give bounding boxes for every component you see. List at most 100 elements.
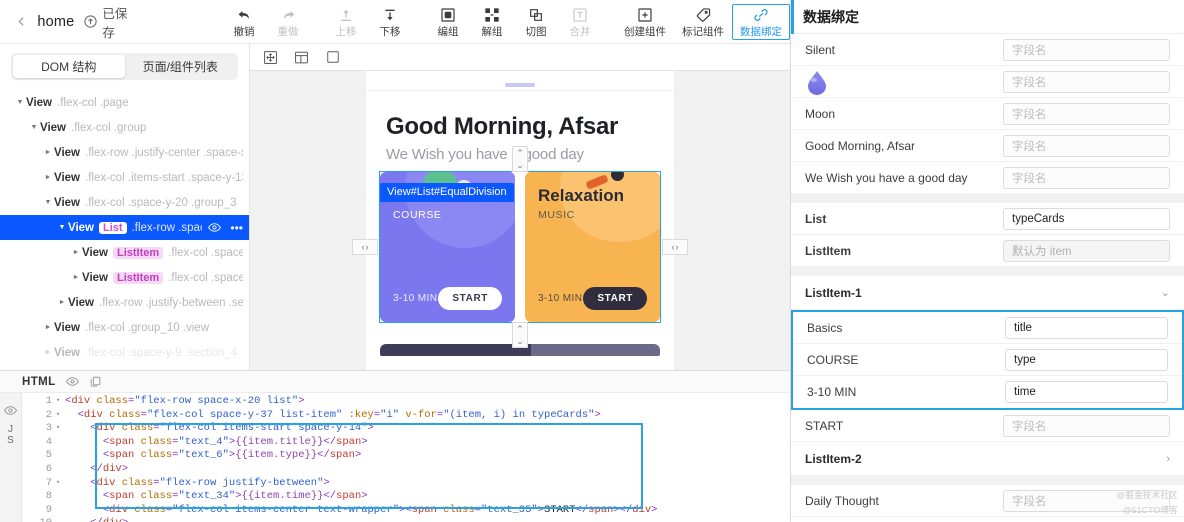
code-line: <div class="flex-row justify-between">	[90, 476, 330, 489]
binding-field-input[interactable]: 字段名	[1003, 134, 1170, 157]
chevron-right-icon[interactable]: ►	[42, 149, 54, 156]
binding-row-meditation: MEDITATION 字段名	[791, 517, 1184, 522]
resize-handle-bottom[interactable]: ⌃ ⌄	[512, 322, 528, 348]
resize-handle-top[interactable]: ⌃ ⌄	[512, 146, 528, 172]
more-dots-icon[interactable]: •••	[230, 221, 243, 235]
tree-row[interactable]: ► View .flex-row .justify-between .secti	[0, 290, 249, 315]
tree-row[interactable]: ► View ListItem .flex-col .space-y-	[0, 240, 249, 265]
create-component-button[interactable]: 创建组件	[616, 4, 674, 40]
binding-row-silent: Silent 字段名	[791, 34, 1184, 66]
binding-field-input[interactable]: typeCards	[1003, 207, 1170, 230]
merge-button[interactable]: 合并	[558, 4, 602, 40]
chevron-right-icon[interactable]: ►	[42, 349, 54, 356]
binding-label: List	[805, 211, 827, 226]
eye-icon[interactable]	[65, 376, 79, 387]
code-line: <div class="flex-col space-y-37 list-ite…	[77, 408, 601, 421]
chevron-right-icon[interactable]: ›	[1166, 453, 1170, 465]
move-tool-icon[interactable]	[262, 49, 279, 66]
tab-page-component-list[interactable]: 页面/组件列表	[125, 55, 237, 78]
tab-dom-structure[interactable]: DOM 结构	[13, 55, 125, 78]
binding-row-daily-thought: Daily Thought 字段名	[791, 485, 1184, 517]
tree-row[interactable]: ► View .flex-col .items-start .space-y-1…	[0, 165, 249, 190]
tree-node-tag: View	[54, 321, 80, 334]
undo-button[interactable]: 撤销	[222, 4, 266, 40]
code-lines[interactable]: 1 ▾ <div class="flex-row space-x-20 list">…	[22, 393, 790, 522]
move-down-button[interactable]: 下移	[368, 4, 412, 40]
section-divider	[791, 194, 1184, 203]
group-header-listitem-2[interactable]: ListItem-2 ›	[791, 442, 1184, 476]
js-tab-label[interactable]: JS	[7, 424, 14, 446]
layout-tool-icon[interactable]	[293, 49, 310, 66]
back-icon[interactable]	[14, 14, 28, 30]
chevron-right-icon[interactable]: ►	[70, 274, 82, 281]
copy-icon[interactable]	[89, 375, 102, 388]
chevron-down-icon[interactable]: ▼	[42, 199, 54, 206]
chevron-down-icon[interactable]: ⌄	[1161, 286, 1170, 299]
code-language-label: HTML	[22, 375, 56, 388]
ungroup-button[interactable]: 解组	[470, 4, 514, 40]
card-start-button[interactable]: START	[583, 287, 647, 310]
fold-arrow-icon[interactable]: ▾	[56, 395, 65, 409]
eye-icon[interactable]	[4, 405, 17, 416]
tree-row[interactable]: ► View .flex-row .justify-center .space-…	[0, 140, 249, 165]
app-root: home 已保存 撤销 重做 上移 下移 编组 解组 切图 合并 创建组件 标记…	[0, 0, 1184, 522]
resize-handle-left[interactable]: ‹ ›	[352, 239, 378, 255]
group-header-listitem-1[interactable]: ListItem-1 ⌄	[791, 276, 1184, 310]
card-relaxation[interactable]: Relaxation MUSIC 3-10 MIN START	[525, 172, 660, 322]
tree-row[interactable]: ► View .flex-col .space-y-9 .section_4	[0, 340, 249, 365]
frame-tool-icon[interactable]	[324, 49, 341, 66]
card-type: COURSE	[393, 209, 442, 221]
resize-handle-right[interactable]: ‹ ›	[662, 239, 688, 255]
tree-row[interactable]: ▼ View .flex-col .page	[0, 90, 249, 115]
binding-field-input[interactable]: 字段名	[1003, 489, 1170, 512]
tree-row[interactable]: ▼ View .flex-col .group	[0, 115, 249, 140]
card-start-button[interactable]: START	[438, 287, 502, 310]
fold-arrow-icon[interactable]: ▾	[56, 409, 65, 423]
saved-label: 已保存	[102, 6, 128, 40]
binding-label: We Wish you have a good day	[805, 170, 968, 185]
binding-field-input[interactable]: 字段名	[1003, 414, 1170, 437]
binding-field-input[interactable]: type	[1005, 348, 1168, 371]
chevron-down-icon[interactable]: ▼	[14, 99, 26, 106]
fold-arrow-icon[interactable]: ▾	[56, 477, 65, 491]
tree-row[interactable]: ► View ListItem .flex-col .space-y-	[0, 265, 249, 290]
header-accent-bar	[791, 0, 794, 34]
binding-field-input[interactable]: time	[1005, 381, 1168, 403]
chevron-down-icon[interactable]: ▼	[28, 124, 40, 131]
binding-row-list: List typeCards	[791, 203, 1184, 235]
data-binding-button[interactable]: 数据绑定	[732, 3, 790, 40]
tree-node-classes: .flex-col .space-y-	[168, 271, 243, 284]
binding-field-input[interactable]: 字段名	[1003, 102, 1170, 125]
chevron-down-icon[interactable]: ▼	[56, 224, 68, 231]
tree-row[interactable]: ▼ View .flex-col .space-y-20 .group_3	[0, 190, 249, 215]
binding-field-input[interactable]: title	[1005, 316, 1168, 339]
binding-field-input[interactable]: 默认为 item	[1003, 239, 1170, 262]
code-editor-body: JS 1 ▾ <div class="flex-row space-x-20 lis…	[0, 393, 790, 522]
canvas-stage[interactable]: Good Morning, Afsar We Wish you have a g…	[250, 71, 790, 370]
chevron-right-icon[interactable]: ►	[70, 249, 82, 256]
binding-field-input[interactable]: 字段名	[1003, 166, 1170, 189]
card-time: 3-10 MIN	[538, 293, 583, 304]
redo-button[interactable]: 重做	[266, 4, 310, 40]
top-toolbar: home 已保存 撤销 重做 上移 下移 编组 解组 切图 合并 创建组件 标记…	[0, 0, 790, 44]
selection-badge: View#List#EqualDivision	[380, 183, 514, 202]
chevron-right-icon[interactable]: ►	[42, 324, 54, 331]
tree-node-classes: .flex-col .group_10 .view	[85, 321, 210, 334]
binding-field-input[interactable]: 字段名	[1003, 38, 1170, 61]
group-icon	[440, 7, 456, 24]
slice-image-button[interactable]: 切图	[514, 4, 558, 40]
fold-arrow-icon[interactable]: ▾	[56, 422, 65, 436]
chevron-right-icon[interactable]: ►	[56, 299, 68, 306]
binding-field-input[interactable]: 字段名	[1003, 70, 1170, 93]
tag-component-button[interactable]: 标记组件	[674, 4, 732, 40]
binding-label: Good Morning, Afsar	[805, 138, 916, 153]
tree-row[interactable]: ► View .flex-col .group_10 .view	[0, 315, 249, 340]
group-button[interactable]: 编组	[426, 4, 470, 40]
tree-row-selected-list[interactable]: ▼ View List .flex-row .spac •••	[0, 215, 249, 240]
tree-node-tag: View	[54, 196, 80, 209]
chevron-right-icon[interactable]: ►	[42, 174, 54, 181]
tree-node-tag: View	[68, 296, 94, 309]
move-up-button[interactable]: 上移	[324, 4, 368, 40]
highlighted-binding-group: Basics title COURSE type 3-10 MIN time	[791, 310, 1184, 410]
eye-icon[interactable]	[208, 222, 222, 233]
